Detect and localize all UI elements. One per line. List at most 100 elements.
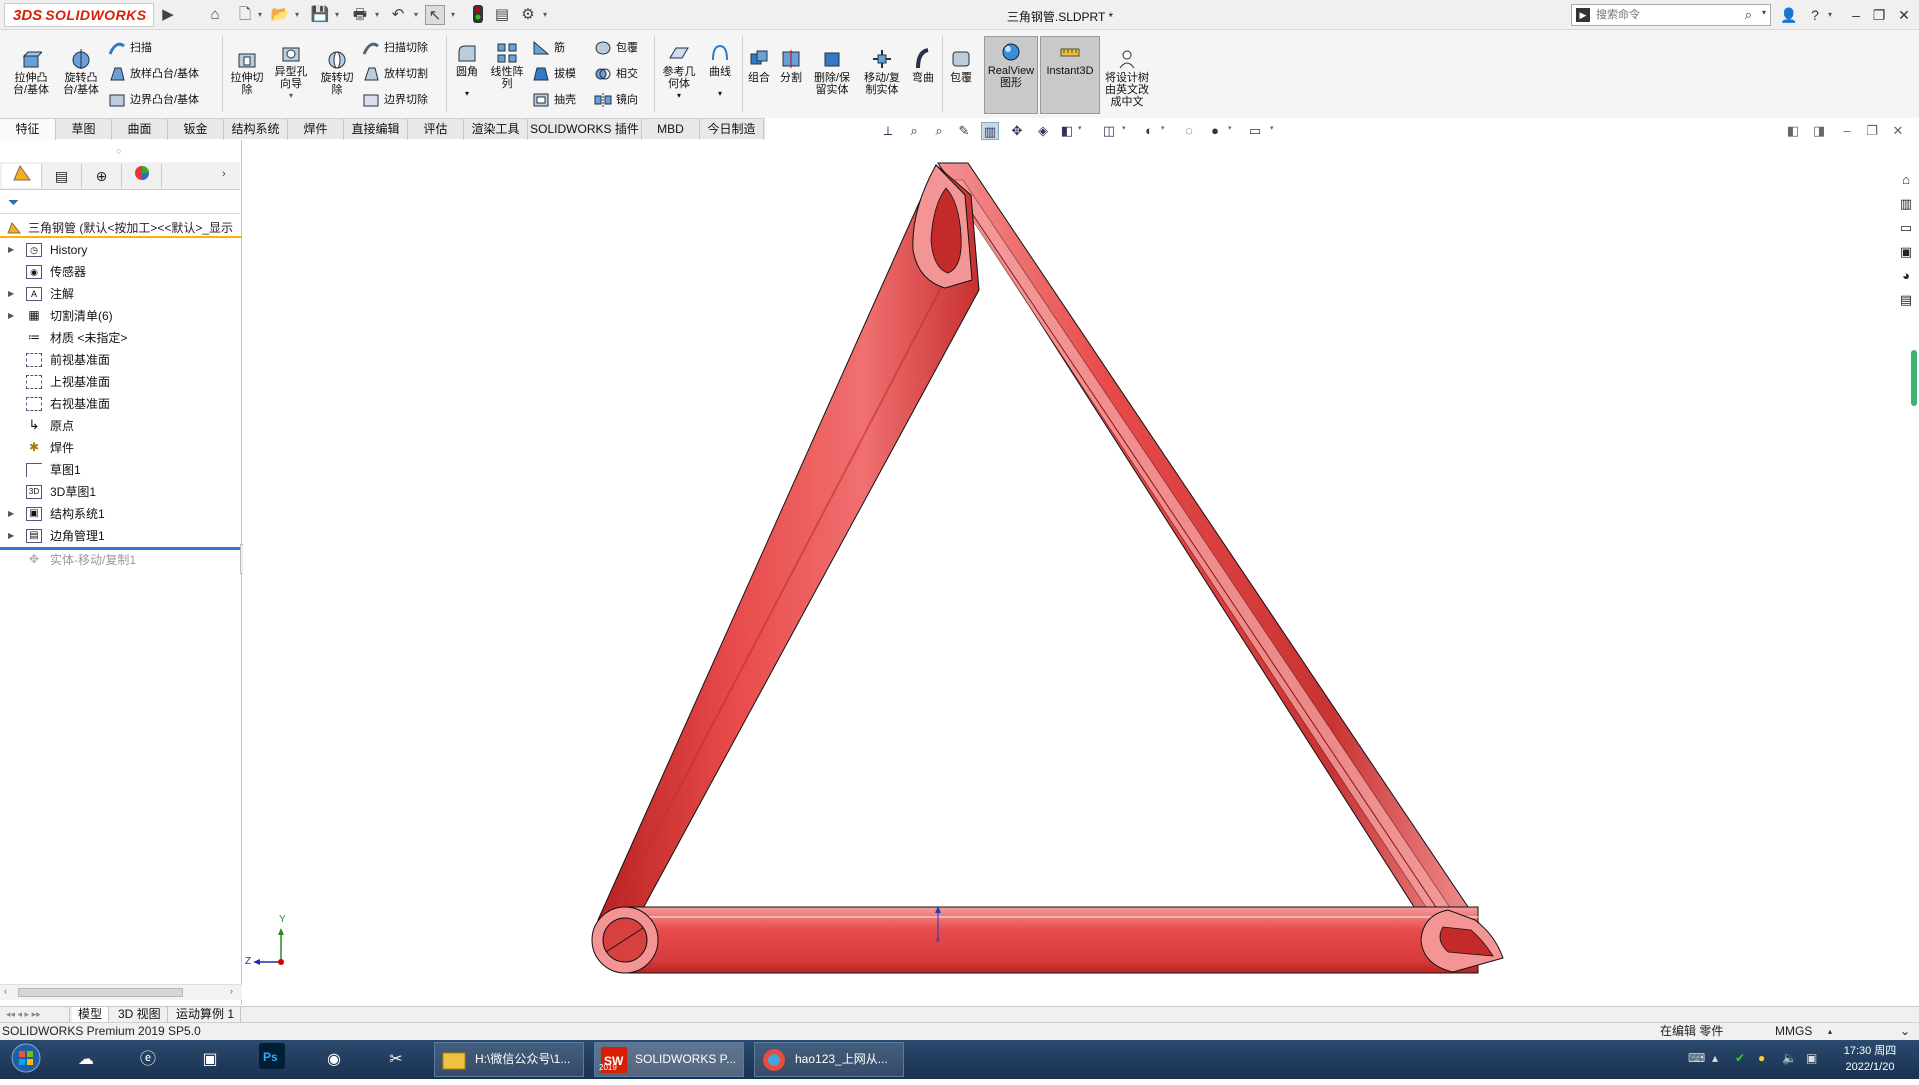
zoom-to-area-icon[interactable]: ⌕: [930, 122, 948, 140]
options-dropdown-icon[interactable]: ▾: [541, 6, 549, 24]
tab-features[interactable]: 特征: [0, 119, 56, 140]
view-palette-icon[interactable]: ▣: [1896, 242, 1916, 262]
wrap-large-button[interactable]: 包覆: [946, 48, 976, 84]
property-manager-tab-icon[interactable]: ▤: [42, 164, 82, 188]
monitor-dropdown-icon[interactable]: ▾: [1270, 124, 1274, 132]
file-properties-icon[interactable]: ▤: [492, 5, 512, 25]
expand-arrow-icon[interactable]: ▶: [8, 306, 14, 326]
zoom-to-fit-icon[interactable]: ⌕: [905, 122, 923, 140]
tab-sketch[interactable]: 草图: [56, 119, 112, 140]
search-input[interactable]: [1596, 7, 1736, 23]
instant3d-button[interactable]: Instant3D: [1040, 36, 1100, 114]
solidworks-resources-icon[interactable]: ⌂: [1896, 170, 1916, 190]
ie-browser-icon[interactable]: ⓔ: [124, 1043, 172, 1076]
help-icon[interactable]: ?: [1804, 4, 1826, 26]
boundary-boss-button[interactable]: 边界凸台/基体: [108, 90, 199, 110]
panel-collapse-handle[interactable]: ○: [116, 146, 121, 156]
feature-manager-tab-icon[interactable]: [2, 164, 42, 188]
draft-button[interactable]: 拔模: [532, 64, 576, 84]
search-icon[interactable]: ⌕: [1745, 7, 1752, 23]
image-viewer-icon[interactable]: ▣: [186, 1043, 234, 1076]
print-dropdown-icon[interactable]: ▾: [373, 6, 381, 24]
shell-button[interactable]: 抽壳: [532, 90, 576, 110]
curves-dropdown-icon[interactable]: ▾: [702, 88, 738, 100]
filter-icon[interactable]: ⏷: [8, 194, 19, 211]
intersect-button[interactable]: 相交: [594, 64, 638, 84]
combine-button[interactable]: 组合: [744, 48, 774, 84]
rib-button[interactable]: 筋: [532, 38, 565, 58]
tab-direct-editing[interactable]: 直接编辑: [344, 119, 408, 140]
dynamic-annotation-icon[interactable]: ✥: [1008, 122, 1026, 140]
split-button[interactable]: 分割: [776, 48, 806, 84]
baidu-netdisk-icon[interactable]: ☁: [62, 1043, 110, 1076]
doc-close-icon[interactable]: ✕: [1889, 122, 1907, 140]
file-explorer-icon[interactable]: ▭: [1896, 218, 1916, 238]
expand-arrow-icon[interactable]: ▶: [8, 526, 14, 546]
realview-graphics-button[interactable]: RealView 图形: [984, 36, 1038, 114]
graphics-area[interactable]: * Y Z: [243, 140, 1883, 1006]
section-view-icon[interactable]: ▥: [981, 122, 999, 140]
volume-tray-icon[interactable]: 🔈: [1782, 1051, 1797, 1065]
apply-scene-icon[interactable]: ◌: [1180, 122, 1198, 140]
expand-arrow-icon[interactable]: ▶: [8, 284, 14, 304]
linear-pattern-button[interactable]: 线性阵 列: [486, 42, 528, 90]
home-icon[interactable]: ⌂: [205, 5, 225, 25]
tab-scroll-arrows-icon[interactable]: ◂◂ ◂ ▸ ▸▸: [0, 1007, 70, 1023]
doc-restore-icon[interactable]: ❐: [1863, 122, 1881, 140]
menu-expand-icon[interactable]: ▶: [158, 5, 178, 25]
security-tray-icon[interactable]: ✔: [1735, 1051, 1745, 1065]
user-account-icon[interactable]: 👤: [1778, 4, 1800, 26]
hide-show-dropdown-icon[interactable]: ▾: [1122, 124, 1126, 132]
part-root-node[interactable]: 三角钢管 (默认<按加工><<默认>_显示: [0, 218, 242, 238]
sweep-cut-button[interactable]: 扫描切除: [362, 38, 428, 58]
tab-render-tools[interactable]: 渲染工具: [464, 119, 528, 140]
delete-keep-body-button[interactable]: 删除/保 留实体: [808, 48, 856, 96]
revolve-boss-button[interactable]: 旋转凸 台/基体: [58, 48, 104, 96]
sweep-button[interactable]: 扫描: [108, 38, 152, 58]
display-monitor-icon[interactable]: ▭: [1246, 122, 1264, 140]
extrude-boss-button[interactable]: 拉伸凸 台/基体: [8, 48, 54, 96]
loft-boss-button[interactable]: 放样凸台/基体: [108, 64, 199, 84]
tab-structure-system[interactable]: 结构系统: [224, 119, 288, 140]
select-arrow-icon[interactable]: ↖: [425, 5, 445, 25]
design-library-icon[interactable]: ▥: [1896, 194, 1916, 214]
left-tube[interactable]: [597, 164, 980, 926]
save-dropdown-icon[interactable]: ▾: [333, 6, 341, 24]
tab-evaluate[interactable]: 评估: [408, 119, 464, 140]
rebuild-traffic-light-icon[interactable]: [468, 5, 488, 25]
solidworks-logo[interactable]: 3DS SOLIDWORKS: [4, 3, 154, 27]
hide-show-items-icon[interactable]: ◫: [1100, 122, 1118, 140]
view-settings-icon[interactable]: ●: [1206, 122, 1224, 140]
tab-3d-view[interactable]: 3D 视图: [112, 1007, 168, 1023]
expand-arrow-icon[interactable]: ▶: [8, 240, 14, 260]
view-orientation-icon[interactable]: ⟂: [879, 122, 897, 140]
display-style-icon[interactable]: ◧: [1058, 122, 1076, 140]
wechat-tray-icon[interactable]: ●: [1758, 1051, 1765, 1065]
mirror-button[interactable]: 镜向: [594, 90, 638, 110]
select-dropdown-icon[interactable]: ▾: [449, 6, 457, 24]
network-tray-icon[interactable]: ▣: [1806, 1051, 1817, 1065]
view-orientation-cube-icon[interactable]: ◈: [1034, 122, 1052, 140]
vertical-scroll-indicator[interactable]: [1911, 350, 1917, 406]
previous-view-icon[interactable]: ✎: [955, 122, 973, 140]
undo-dropdown-icon[interactable]: ▾: [412, 6, 420, 24]
configuration-manager-tab-icon[interactable]: ⊕: [82, 164, 122, 188]
flex-button[interactable]: 弯曲: [908, 48, 938, 84]
move-copy-body-button[interactable]: 移动/复 制实体: [858, 48, 906, 96]
hole-wizard-button[interactable]: 异型孔 向导 ▾: [270, 42, 312, 102]
tab-solidworks-addins[interactable]: SOLIDWORKS 插件: [528, 119, 642, 140]
display-manager-tab-icon[interactable]: [122, 164, 162, 188]
horizontal-scrollbar[interactable]: ‹ ›: [0, 984, 242, 1000]
pane-right-icon[interactable]: ◨: [1810, 122, 1828, 140]
scroll-thumb[interactable]: [18, 988, 183, 997]
search-dropdown-icon[interactable]: ▾: [1762, 8, 1766, 17]
restore-window-icon[interactable]: ❐: [1868, 4, 1890, 26]
custom-properties-icon[interactable]: ▤: [1896, 290, 1916, 310]
fillet-button[interactable]: 圆角 ▾: [450, 42, 484, 100]
tool-app-icon[interactable]: ✂: [372, 1043, 420, 1076]
units-dropdown-icon[interactable]: ▴: [1828, 1023, 1832, 1040]
close-window-icon[interactable]: ✕: [1893, 4, 1915, 26]
curves-button[interactable]: 曲线 ▾: [702, 42, 738, 100]
save-icon[interactable]: 💾: [310, 5, 330, 25]
wrap-button[interactable]: 包覆: [594, 38, 638, 58]
